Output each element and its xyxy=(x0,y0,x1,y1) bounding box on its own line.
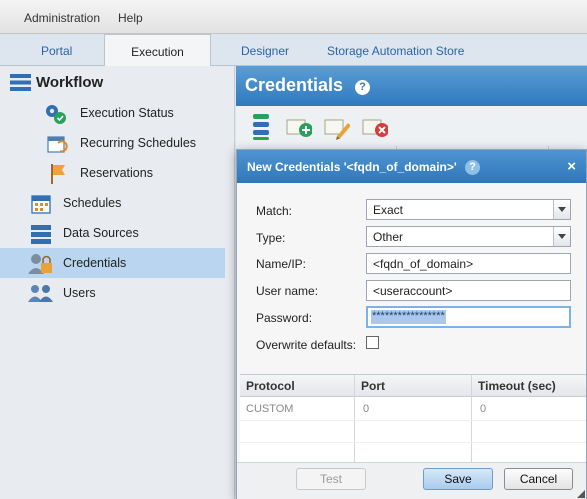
password-label: Password: xyxy=(256,311,313,325)
tab-portal[interactable]: Portal xyxy=(41,44,72,58)
dialog-footer: Test Save Cancel xyxy=(237,462,586,499)
test-button[interactable]: Test xyxy=(296,468,366,490)
calendar-icon xyxy=(31,195,51,214)
page-title: Credentials xyxy=(245,75,344,95)
sidebar-item-recurring-schedules[interactable]: Recurring Schedules xyxy=(0,128,225,158)
sidebar-item-reservations[interactable]: Reservations xyxy=(0,158,225,188)
help-icon[interactable]: ? xyxy=(355,80,370,95)
tab-designer[interactable]: Designer xyxy=(241,44,289,58)
dialog-title: New Credentials '<fqdn_of_domain>' xyxy=(247,160,457,174)
cell-timeout: 0 xyxy=(480,403,487,415)
column-header-port[interactable]: Port xyxy=(361,379,385,393)
sidebar-heading: Workflow xyxy=(36,74,104,91)
edit-credential-icon[interactable] xyxy=(324,116,350,140)
table-row[interactable]: CUSTOM 0 0 xyxy=(240,398,586,420)
sidebar-item-label: Execution Status xyxy=(80,106,174,120)
new-credentials-dialog: New Credentials '<fqdn_of_domain>' ? × M… xyxy=(236,149,587,499)
sidebar-item-data-sources[interactable]: Data Sources xyxy=(0,218,225,248)
column-header-timeout[interactable]: Timeout (sec) xyxy=(478,379,556,393)
dialog-help-icon[interactable]: ? xyxy=(465,160,480,175)
user-name-field[interactable] xyxy=(366,280,571,301)
user-name-label: User name: xyxy=(256,284,319,298)
name-ip-field[interactable] xyxy=(366,253,571,274)
sidebar-item-execution-status[interactable]: Execution Status xyxy=(0,98,225,128)
column-header-protocol[interactable]: Protocol xyxy=(246,379,295,393)
menu-bar: Administration Help xyxy=(0,0,587,34)
chevron-down-icon[interactable] xyxy=(553,227,570,246)
type-label: Type: xyxy=(256,231,286,245)
close-icon[interactable]: × xyxy=(567,158,576,175)
overwrite-defaults-checkbox[interactable] xyxy=(366,336,379,349)
cell-protocol: CUSTOM xyxy=(246,403,294,415)
password-value: ***************** xyxy=(371,310,446,324)
sidebar-item-label: Credentials xyxy=(63,256,127,270)
sidebar-item-label: Recurring Schedules xyxy=(80,136,197,150)
match-value: Exact xyxy=(373,203,404,217)
menu-administration[interactable]: Administration xyxy=(24,11,100,25)
menu-help[interactable]: Help xyxy=(118,11,143,25)
overwrite-defaults-label: Overwrite defaults: xyxy=(256,338,357,352)
sidebar-item-users[interactable]: Users xyxy=(0,278,225,308)
type-value: Other xyxy=(373,230,404,244)
password-field[interactable]: ***************** xyxy=(366,306,571,328)
content-header: Credentials ? xyxy=(236,66,587,106)
tab-bar: Portal Execution Designer Storage Automa… xyxy=(0,34,587,67)
grid-header: Protocol Port Timeout (sec) xyxy=(240,375,586,397)
gears-icon xyxy=(46,105,66,124)
sidebar-item-schedules[interactable]: Schedules xyxy=(0,188,225,218)
stack-icon[interactable] xyxy=(250,112,272,142)
sidebar-item-label: Schedules xyxy=(63,196,122,210)
delete-credential-icon[interactable] xyxy=(362,116,388,140)
users-icon xyxy=(28,285,53,302)
grid-row-line xyxy=(240,420,586,421)
cell-port: 0 xyxy=(363,403,370,415)
name-ip-label: Name/IP: xyxy=(256,257,307,271)
save-button[interactable]: Save xyxy=(423,468,493,490)
match-label: Match: xyxy=(256,204,293,218)
resize-grip-icon[interactable] xyxy=(577,490,585,498)
sidebar-item-credentials[interactable]: Credentials xyxy=(0,248,225,278)
flag-icon xyxy=(51,164,65,184)
sidebar: Workflow Execution Status Recurring Sche… xyxy=(0,66,235,499)
chevron-down-icon[interactable] xyxy=(553,200,570,219)
sidebar-item-label: Reservations xyxy=(80,166,153,180)
sidebar-item-label: Users xyxy=(63,286,96,300)
toolbar xyxy=(236,106,587,150)
tab-storage-automation-store[interactable]: Storage Automation Store xyxy=(327,44,464,58)
type-select[interactable]: Other xyxy=(366,226,571,247)
recurring-calendar-icon xyxy=(47,136,68,153)
user-lock-icon xyxy=(28,254,52,274)
protocol-grid: Protocol Port Timeout (sec) CUSTOM 0 0 xyxy=(240,374,586,463)
sidebar-item-label: Data Sources xyxy=(63,226,139,240)
match-select[interactable]: Exact xyxy=(366,199,571,220)
dialog-title-bar: New Credentials '<fqdn_of_domain>' ? × xyxy=(237,150,586,183)
add-credential-icon[interactable] xyxy=(286,116,312,140)
grid-row-line xyxy=(240,442,586,443)
data-sources-icon xyxy=(31,225,51,244)
tab-execution[interactable]: Execution xyxy=(104,34,211,67)
menu-lines-icon[interactable] xyxy=(10,74,31,91)
cancel-button[interactable]: Cancel xyxy=(504,468,573,490)
